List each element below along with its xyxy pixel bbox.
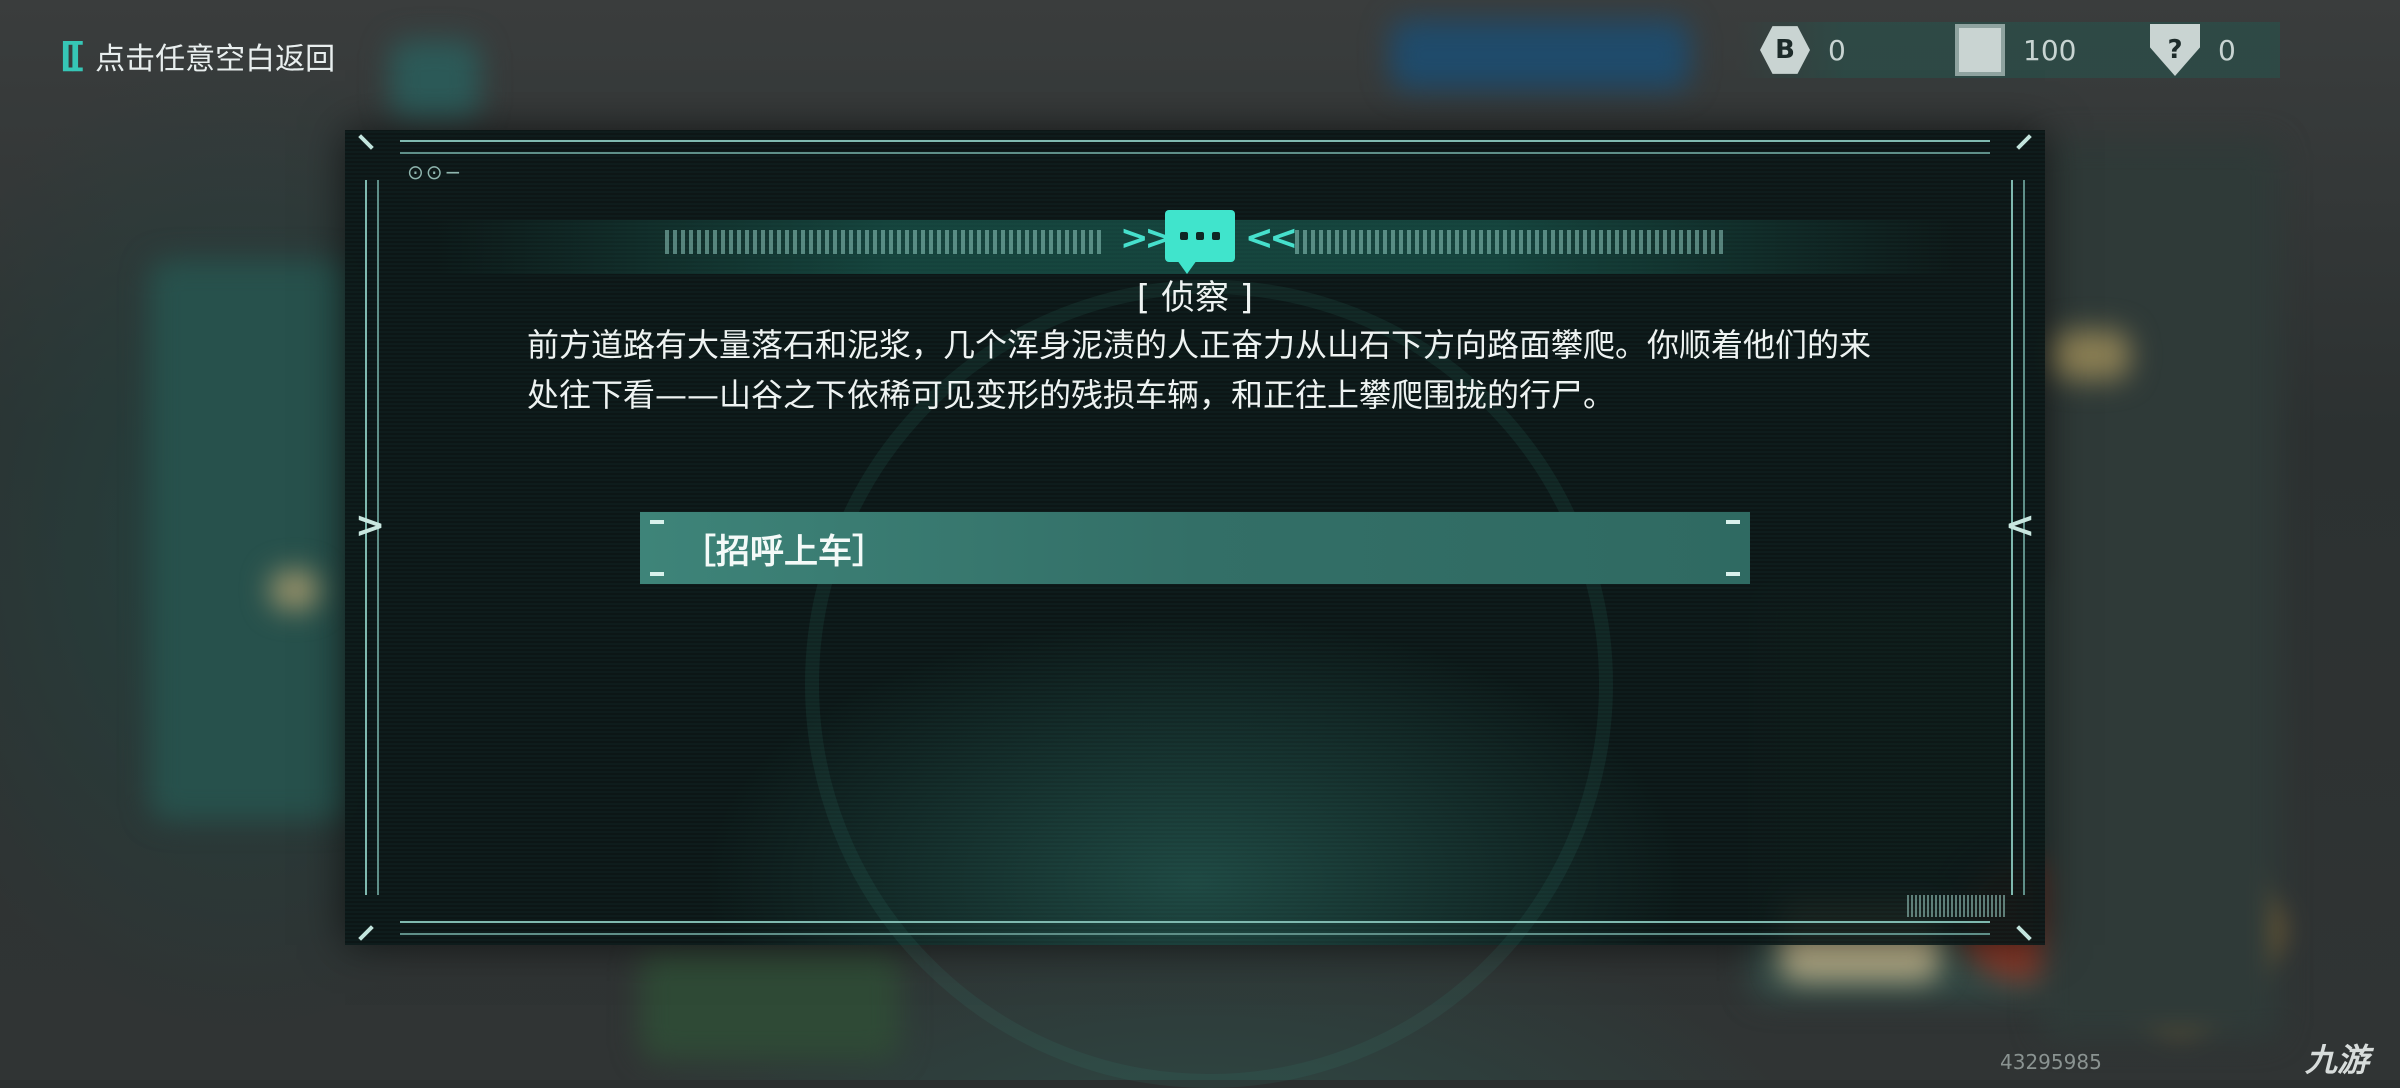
watermark-number: 43295985 [2000,1050,2102,1074]
resource-chip: 100 [1955,24,2076,76]
blurred-side-panel [150,260,350,820]
option-corner [1726,520,1740,524]
option-label: ［招呼上车］ [682,531,886,572]
frame-top [400,140,1990,154]
back-prompt[interactable]: [[ 点击任意空白返回 [60,34,335,78]
option-button[interactable]: ［招呼上车］ [640,512,1750,584]
event-title: [ 侦察 ] [1136,278,1254,318]
watermark-logo: 九游 [2305,1041,2370,1079]
status-dots-icon: ⊙⊙− [407,160,464,184]
double-chevron-left-icon: << [1245,218,1298,258]
resource-card: ? 0 [2150,24,2236,76]
double-bracket-icon: [[ [60,36,85,76]
blurred-right-panel [2040,140,2280,1040]
resource-value: 0 [2218,33,2236,67]
blurred-marker [270,570,320,610]
chevron-left-icon: < [2004,505,2035,546]
blurred-icon [390,40,480,120]
event-dialog: > < ⊙⊙− >> << [ 侦察 ] 前方道路有大量落石和泥浆，几个浑身泥渍… [345,130,2045,1088]
option-corner [1726,572,1740,576]
chevron-right-icon: > [355,505,386,546]
blurred-marker [2050,330,2130,380]
option-corner [650,572,664,576]
hatch-decoration [665,230,1105,254]
back-label: 点击任意空白返回 [95,42,336,77]
blurred-ground [640,950,900,1060]
event-description: 前方道路有大量落石和泥浆，几个浑身泥渍的人正奋力从山石下方向路面攀爬。你顺着他们… [527,326,1872,414]
hatch-decoration [1295,230,1725,254]
blurred-button [1390,20,1690,90]
chat-bubble-icon [1165,210,1235,274]
resource-value: 0 [1828,33,1846,67]
double-chevron-right-icon: >> [1120,218,1173,258]
question-card-icon: ? [2150,24,2200,76]
chip-icon [1955,24,2005,76]
frame-bottom [400,921,1990,935]
coin-hex-icon: B [1760,26,1810,74]
resource-value: 100 [2023,33,2077,67]
resource-coin: B 0 [1760,24,1846,76]
option-corner [650,520,664,524]
barcode-decoration [1907,895,2007,917]
